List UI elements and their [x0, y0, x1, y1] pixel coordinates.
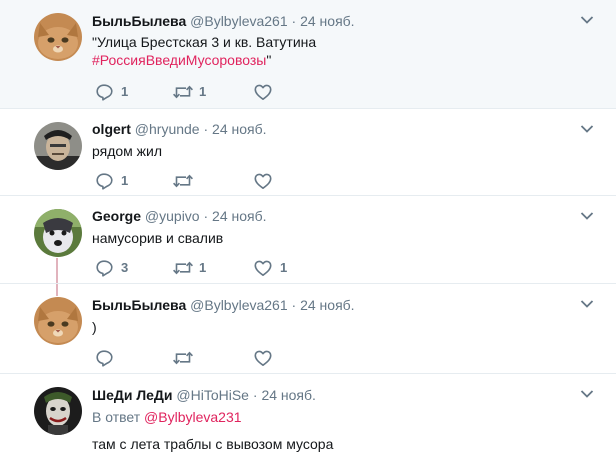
- like-count: 1: [280, 260, 288, 275]
- author-name[interactable]: olgert: [92, 121, 131, 137]
- tweet[interactable]: George @yupivo · 24 нояб. намусорив и св…: [0, 196, 616, 283]
- reply-icon: [94, 82, 114, 102]
- tweet-timestamp[interactable]: 24 нояб.: [212, 121, 266, 137]
- avatar[interactable]: [34, 122, 82, 170]
- retweet-icon: [172, 348, 194, 368]
- tweet-text: намусорив и свалив: [92, 230, 224, 246]
- tweet-text-line: #РоссияВведиМусоровозы": [92, 51, 316, 69]
- tweet-text: там с лета траблы с вывозом мусора: [92, 436, 334, 452]
- heart-icon: [253, 348, 273, 368]
- tweet[interactable]: ШеДи ЛеДи @HiToHiSe · 24 нояб. В ответ @…: [0, 374, 616, 456]
- retweet-icon: [172, 258, 194, 278]
- tweet-text-line: "Улица Брестская 3 и кв. Ватутина: [92, 34, 317, 50]
- tweet-timestamp[interactable]: 24 нояб.: [212, 208, 266, 224]
- separator-dot: ·: [291, 297, 297, 313]
- tweet-timestamp[interactable]: 24 нояб.: [300, 297, 354, 313]
- author-name[interactable]: БыльБылева: [92, 13, 186, 29]
- retweet-count: 1: [199, 260, 207, 275]
- author-handle[interactable]: @Bylbyleva261: [190, 297, 288, 313]
- reply-count: 3: [121, 260, 129, 275]
- tweet[interactable]: olgert @hryunde · 24 нояб. рядом жил 1: [0, 109, 616, 195]
- author-handle[interactable]: @Bylbyleva261: [190, 13, 288, 29]
- tweet[interactable]: БыльБылева @Bylbyleva261 · 24 нояб. "Ули…: [0, 0, 616, 108]
- reply-icon: [94, 348, 114, 368]
- tweet-text: ): [92, 319, 97, 335]
- chevron-down-icon[interactable]: [580, 299, 594, 309]
- hashtag-link[interactable]: #РоссияВведиМусоровозы: [92, 52, 266, 68]
- reply-context: В ответ @Bylbyleva231: [92, 409, 242, 425]
- tweet[interactable]: БыльБылева @Bylbyleva261 · 24 нояб. ): [0, 284, 616, 373]
- separator-dot: ·: [203, 121, 209, 137]
- avatar[interactable]: [34, 13, 82, 61]
- chevron-down-icon[interactable]: [580, 124, 594, 134]
- author-handle[interactable]: @yupivo: [145, 208, 200, 224]
- author-name[interactable]: ШеДи ЛеДи: [92, 387, 173, 403]
- chevron-down-icon[interactable]: [580, 15, 594, 25]
- tweet-text: рядом жил: [92, 143, 163, 159]
- tweet-timestamp[interactable]: 24 нояб.: [300, 13, 354, 29]
- author-name[interactable]: George: [92, 208, 141, 224]
- retweet-icon: [172, 171, 194, 191]
- heart-icon: [253, 82, 273, 102]
- tweet-text: "Улица Брестская 3 и кв. Ватутина #Росси…: [92, 33, 316, 69]
- retweet-icon: [172, 82, 194, 102]
- avatar[interactable]: [34, 209, 82, 257]
- separator-dot: ·: [291, 13, 297, 29]
- reply-icon: [94, 171, 114, 191]
- reply-count: 1: [121, 173, 129, 188]
- avatar[interactable]: [34, 387, 82, 435]
- mention-link[interactable]: @Bylbyleva231: [144, 409, 242, 425]
- author-handle[interactable]: @hryunde: [135, 121, 200, 137]
- chevron-down-icon[interactable]: [580, 389, 594, 399]
- reply-count: 1: [121, 84, 129, 99]
- separator-dot: ·: [203, 208, 209, 224]
- author-name[interactable]: БыльБылева: [92, 297, 186, 313]
- retweet-count: 1: [199, 84, 207, 99]
- reply-prefix: В ответ: [92, 409, 141, 425]
- tweet-timestamp[interactable]: 24 нояб.: [261, 387, 315, 403]
- tweet-text-tail: ": [266, 52, 272, 68]
- avatar[interactable]: [34, 297, 82, 345]
- heart-icon: [253, 258, 273, 278]
- author-handle[interactable]: @HiToHiSe: [176, 387, 249, 403]
- separator-dot: ·: [252, 387, 258, 403]
- reply-icon: [94, 258, 114, 278]
- chevron-down-icon[interactable]: [580, 211, 594, 221]
- heart-icon: [253, 171, 273, 191]
